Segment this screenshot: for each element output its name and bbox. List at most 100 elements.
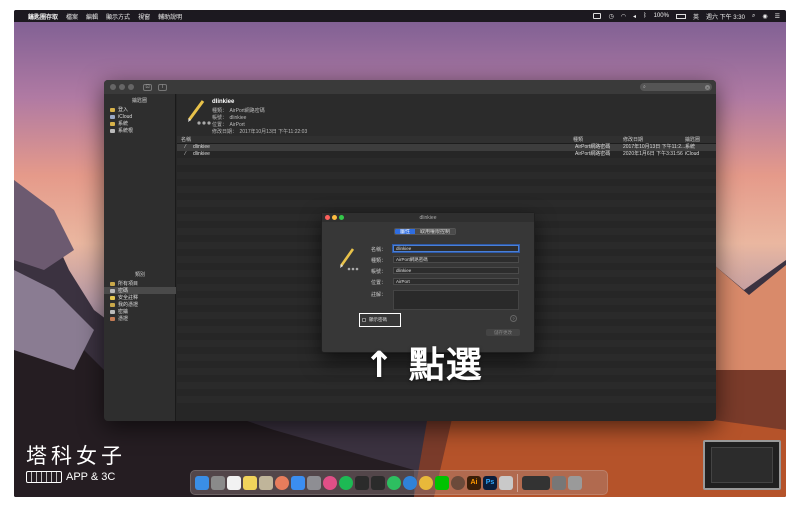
notification-center-icon[interactable]: ☰: [775, 13, 780, 20]
sidebar-item-system[interactable]: 系統: [104, 120, 175, 127]
close-button[interactable]: [110, 84, 116, 90]
row-pencil-icon: ⁄: [185, 144, 186, 150]
dock-separator: [517, 473, 518, 492]
launchpad-icon[interactable]: [211, 475, 225, 490]
sidebar-item-label: iCloud: [118, 113, 133, 120]
chrome-icon[interactable]: [419, 475, 433, 490]
tab-attributes[interactable]: 屬性: [395, 229, 416, 234]
key-icon: [110, 288, 115, 293]
column-name[interactable]: 名稱: [181, 136, 191, 144]
search-field[interactable]: ⌕ ×: [640, 83, 712, 91]
comments-field[interactable]: [393, 290, 519, 310]
category-all-items[interactable]: 所有項目: [104, 280, 176, 287]
spotlight-icon[interactable]: ⌕: [752, 13, 755, 20]
comments-label: 註解：: [370, 292, 386, 298]
minimize-button[interactable]: [119, 84, 125, 90]
key-icon: [110, 309, 115, 314]
bluetooth-icon[interactable]: ᛒ: [643, 13, 647, 19]
menu-edit[interactable]: 編輯: [86, 12, 98, 21]
where-field[interactable]: AirPort: [393, 278, 519, 285]
menu-file[interactable]: 檔案: [66, 12, 78, 21]
info-icon[interactable]: ?: [510, 315, 517, 322]
safari-icon[interactable]: [403, 475, 417, 490]
category-label: 我的憑證: [118, 302, 139, 308]
sidebar-item-login[interactable]: 登入: [104, 106, 175, 113]
menu-view[interactable]: 顯示方式: [106, 12, 130, 21]
category-my-certificates[interactable]: 我的憑證: [104, 301, 176, 308]
sidebar-category-header: 類別: [134, 272, 145, 278]
menubar-clock[interactable]: 週六 下午 3:30: [706, 12, 745, 21]
info-icon[interactable]: i: [158, 83, 167, 91]
account-field[interactable]: dlinkiee: [393, 267, 519, 274]
photos-folder-icon[interactable]: [259, 475, 273, 490]
battery-percent[interactable]: 100%: [654, 13, 669, 19]
close-button[interactable]: [325, 215, 330, 220]
column-kind[interactable]: 種類: [573, 136, 583, 144]
menu-window[interactable]: 視窗: [138, 12, 150, 21]
clock-icon[interactable]: ◷: [608, 13, 613, 20]
menu-help[interactable]: 輔助說明: [158, 12, 182, 21]
show-password-label[interactable]: 顯示密碼: [369, 317, 387, 323]
name-field[interactable]: dlinkiee: [393, 245, 519, 252]
watermark-title: 塔科女子: [26, 444, 126, 468]
table-row[interactable]: ⁄ dlinkiee AirPort網路密碼 2020年1月6日 下午3:31:…: [177, 151, 716, 158]
trash-icon[interactable]: [568, 475, 582, 490]
sidebar-item-label: 系統: [118, 121, 129, 127]
category-secure-notes[interactable]: 安全註釋: [104, 294, 176, 301]
evernote-icon[interactable]: [387, 475, 401, 490]
tab-access-control[interactable]: 取用權限控制: [415, 229, 456, 234]
photoshop-icon[interactable]: Ps: [483, 475, 497, 490]
dialog-tabs: 屬性 取用權限控制: [394, 228, 457, 235]
save-changes-button[interactable]: 儲存更改: [486, 329, 520, 336]
sidebar-item-system-roots[interactable]: 系統根: [104, 127, 175, 134]
column-date[interactable]: 修改日期: [623, 136, 643, 144]
name-label: 名稱：: [370, 247, 386, 253]
system-preferences-icon[interactable]: [307, 475, 321, 490]
dialog-title: dlinkiee: [419, 214, 437, 221]
row-date: 2017年10月13日 下午11:2...: [623, 144, 686, 150]
wifi-icon[interactable]: ◠: [621, 13, 626, 20]
sidebar-item-icloud[interactable]: iCloud: [104, 113, 175, 120]
input-method[interactable]: 英: [693, 12, 699, 21]
category-keys[interactable]: 密鑰: [104, 308, 176, 315]
activity-monitor-icon[interactable]: [371, 475, 385, 490]
terminal-icon[interactable]: [355, 475, 369, 490]
zoom-button[interactable]: [128, 84, 134, 90]
screenshot-thumbnail[interactable]: [703, 440, 781, 490]
itunes-icon[interactable]: [323, 475, 337, 490]
watermark-subtitle: APP & 3C: [66, 471, 116, 483]
battery-icon[interactable]: [675, 13, 686, 19]
zoom-button[interactable]: [339, 215, 344, 220]
downloads-icon[interactable]: [552, 475, 566, 490]
notes-icon[interactable]: [243, 475, 257, 490]
volume-icon[interactable]: ◂: [633, 13, 636, 20]
minimize-button[interactable]: [332, 215, 337, 220]
category-certificates[interactable]: 憑證: [104, 315, 176, 322]
airplay-icon[interactable]: [593, 13, 602, 19]
clear-search-icon[interactable]: ×: [705, 84, 710, 90]
preview-icon[interactable]: [499, 475, 513, 490]
davinci-icon[interactable]: [451, 475, 465, 490]
row-kind: AirPort網路密碼: [575, 144, 611, 150]
line-icon[interactable]: [435, 475, 449, 490]
lock-icon[interactable]: ⊡: [143, 83, 152, 91]
spotify-icon[interactable]: [339, 475, 353, 490]
sidebar: 鑰匙圈 登入 iCloud 系統 系統根 類別 所有項目 密碼 安全註釋 我的憑…: [104, 94, 176, 421]
app-store-icon[interactable]: [291, 475, 305, 490]
category-list: 類別 所有項目 密碼 安全註釋 我的憑證 密鑰 憑證: [104, 268, 176, 322]
illustrator-icon[interactable]: Ai: [467, 475, 481, 490]
minimized-window-icon[interactable]: [522, 475, 550, 490]
watermark: 塔科女子 APP & 3C: [26, 440, 126, 483]
column-keychain[interactable]: 鑰匙圈: [685, 136, 700, 144]
lock-icon: [110, 121, 115, 126]
calendar-icon[interactable]: [227, 475, 241, 490]
siri-icon[interactable]: ◉: [762, 13, 767, 20]
photos-icon[interactable]: [275, 475, 289, 490]
table-row[interactable]: ⁄ dlinkiee AirPort網路密碼 2017年10月13日 下午11:…: [177, 144, 716, 151]
finder-icon[interactable]: [195, 475, 209, 490]
kind-field[interactable]: AirPort網路密碼: [393, 256, 519, 263]
row-keychain: iCloud: [685, 151, 700, 157]
show-password-checkbox[interactable]: [362, 318, 366, 322]
menu-app-name[interactable]: 鑰匙圈存取: [28, 12, 58, 21]
category-passwords[interactable]: 密碼: [104, 287, 176, 294]
